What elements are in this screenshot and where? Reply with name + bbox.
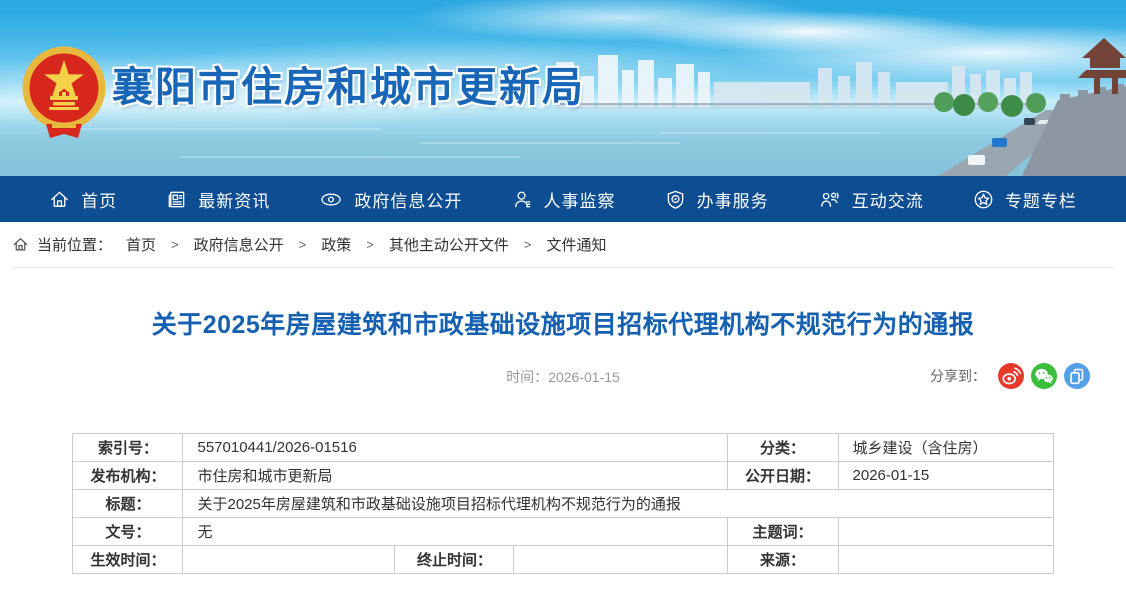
eye-icon bbox=[319, 189, 343, 210]
breadcrumb-separator: > bbox=[524, 237, 532, 252]
share-label: 分享到： bbox=[930, 366, 986, 386]
share-weibo-button[interactable] bbox=[998, 363, 1024, 389]
nav-label: 办事服务 bbox=[697, 187, 769, 212]
time-label: 时间： bbox=[506, 369, 548, 385]
share-wechat-button[interactable] bbox=[1031, 363, 1057, 389]
effective-label: 生效时间： bbox=[73, 546, 183, 574]
table-row: 发布机构： 市住房和城市更新局 公开日期： 2026-01-15 bbox=[73, 462, 1053, 490]
effective-value bbox=[183, 546, 395, 574]
table-row: 标题： 关于2025年房屋建筑和市政基础设施项目招标代理机构不规范行为的通报 bbox=[73, 490, 1053, 518]
article-meta: 时间：2026-01-15 分享到： bbox=[0, 363, 1126, 391]
category-value: 城乡建设（含住房） bbox=[838, 434, 1053, 462]
nav-item-special[interactable]: 专题专栏 bbox=[973, 187, 1077, 212]
index-label: 索引号： bbox=[73, 434, 183, 462]
pub-date-value: 2026-01-15 bbox=[838, 462, 1053, 490]
breadcrumb-item-policy[interactable]: 政策 bbox=[321, 234, 351, 255]
home-icon bbox=[49, 189, 70, 210]
agency-label: 发布机构： bbox=[73, 462, 183, 490]
nav-label: 互动交流 bbox=[852, 187, 924, 212]
table-row: 索引号： 557010441/2026-01516 分类： 城乡建设（含住房） bbox=[73, 434, 1053, 462]
nav-label: 人事监察 bbox=[544, 187, 616, 212]
weibo-icon bbox=[998, 363, 1024, 389]
nav-label: 政府信息公开 bbox=[354, 187, 462, 212]
star-icon bbox=[973, 189, 994, 210]
wechat-icon bbox=[1031, 363, 1057, 389]
pub-date-label: 公开日期： bbox=[727, 462, 838, 490]
site-banner: 襄阳市住房和城市更新局 bbox=[0, 0, 1126, 176]
person-icon bbox=[512, 189, 533, 210]
nav-item-personnel[interactable]: 人事监察 bbox=[512, 187, 616, 212]
keywords-label: 主题词： bbox=[727, 518, 838, 546]
source-value bbox=[838, 546, 1053, 574]
news-icon bbox=[166, 189, 187, 210]
time-value: 2026-01-15 bbox=[548, 369, 620, 385]
share-bar: 分享到： bbox=[930, 363, 1090, 389]
breadcrumb-separator: > bbox=[299, 237, 307, 252]
main-nav: 首页 最新资讯 政府信息公开 人事监察 办事服务 互动交流 专题专栏 bbox=[0, 176, 1126, 222]
breadcrumb-container: 当前位置： 首页 > 政府信息公开 > 政策 > 其他主动公开文件 > 文件通知 bbox=[12, 222, 1114, 268]
nav-label: 最新资讯 bbox=[198, 187, 270, 212]
title-value: 关于2025年房屋建筑和市政基础设施项目招标代理机构不规范行为的通报 bbox=[183, 490, 1053, 518]
breadcrumb-item-notices[interactable]: 文件通知 bbox=[546, 234, 606, 255]
breadcrumb-separator: > bbox=[171, 237, 179, 252]
expiry-label: 终止时间： bbox=[395, 546, 514, 574]
doc-no-value: 无 bbox=[183, 518, 727, 546]
breadcrumb-item-other-docs[interactable]: 其他主动公开文件 bbox=[389, 234, 509, 255]
document-info-table: 索引号： 557010441/2026-01516 分类： 城乡建设（含住房） … bbox=[72, 433, 1053, 574]
nav-item-home[interactable]: 首页 bbox=[49, 187, 117, 212]
national-emblem[interactable] bbox=[22, 44, 106, 144]
breadcrumb-location-label: 当前位置： bbox=[37, 234, 112, 255]
breadcrumb-item-home[interactable]: 首页 bbox=[126, 234, 156, 255]
index-value: 557010441/2026-01516 bbox=[183, 434, 727, 462]
share-copy-button[interactable] bbox=[1064, 363, 1090, 389]
table-row: 文号： 无 主题词： bbox=[73, 518, 1053, 546]
nav-label: 专题专栏 bbox=[1005, 187, 1077, 212]
agency-value: 市住房和城市更新局 bbox=[183, 462, 727, 490]
nav-item-services[interactable]: 办事服务 bbox=[665, 187, 769, 212]
copy-icon bbox=[1064, 363, 1090, 389]
title-label: 标题： bbox=[73, 490, 183, 518]
nav-item-gov-info[interactable]: 政府信息公开 bbox=[319, 187, 462, 212]
expiry-value bbox=[514, 546, 727, 574]
breadcrumb-item-gov-info[interactable]: 政府信息公开 bbox=[194, 234, 284, 255]
shield-icon bbox=[665, 189, 686, 210]
category-label: 分类： bbox=[727, 434, 838, 462]
doc-no-label: 文号： bbox=[73, 518, 183, 546]
article-title: 关于2025年房屋建筑和市政基础设施项目招标代理机构不规范行为的通报 bbox=[0, 305, 1126, 341]
nav-label: 首页 bbox=[81, 187, 117, 212]
site-title[interactable]: 襄阳市住房和城市更新局 bbox=[112, 53, 585, 113]
table-row: 生效时间： 终止时间： 来源： bbox=[73, 546, 1053, 574]
breadcrumb-separator: > bbox=[366, 237, 374, 252]
chat-icon bbox=[818, 189, 841, 210]
source-label: 来源： bbox=[727, 546, 838, 574]
nav-item-news[interactable]: 最新资讯 bbox=[166, 187, 270, 212]
nav-item-interaction[interactable]: 互动交流 bbox=[818, 187, 924, 212]
breadcrumb: 当前位置： 首页 > 政府信息公开 > 政策 > 其他主动公开文件 > 文件通知 bbox=[12, 222, 1114, 267]
home-icon bbox=[12, 236, 29, 253]
keywords-value bbox=[838, 518, 1053, 546]
